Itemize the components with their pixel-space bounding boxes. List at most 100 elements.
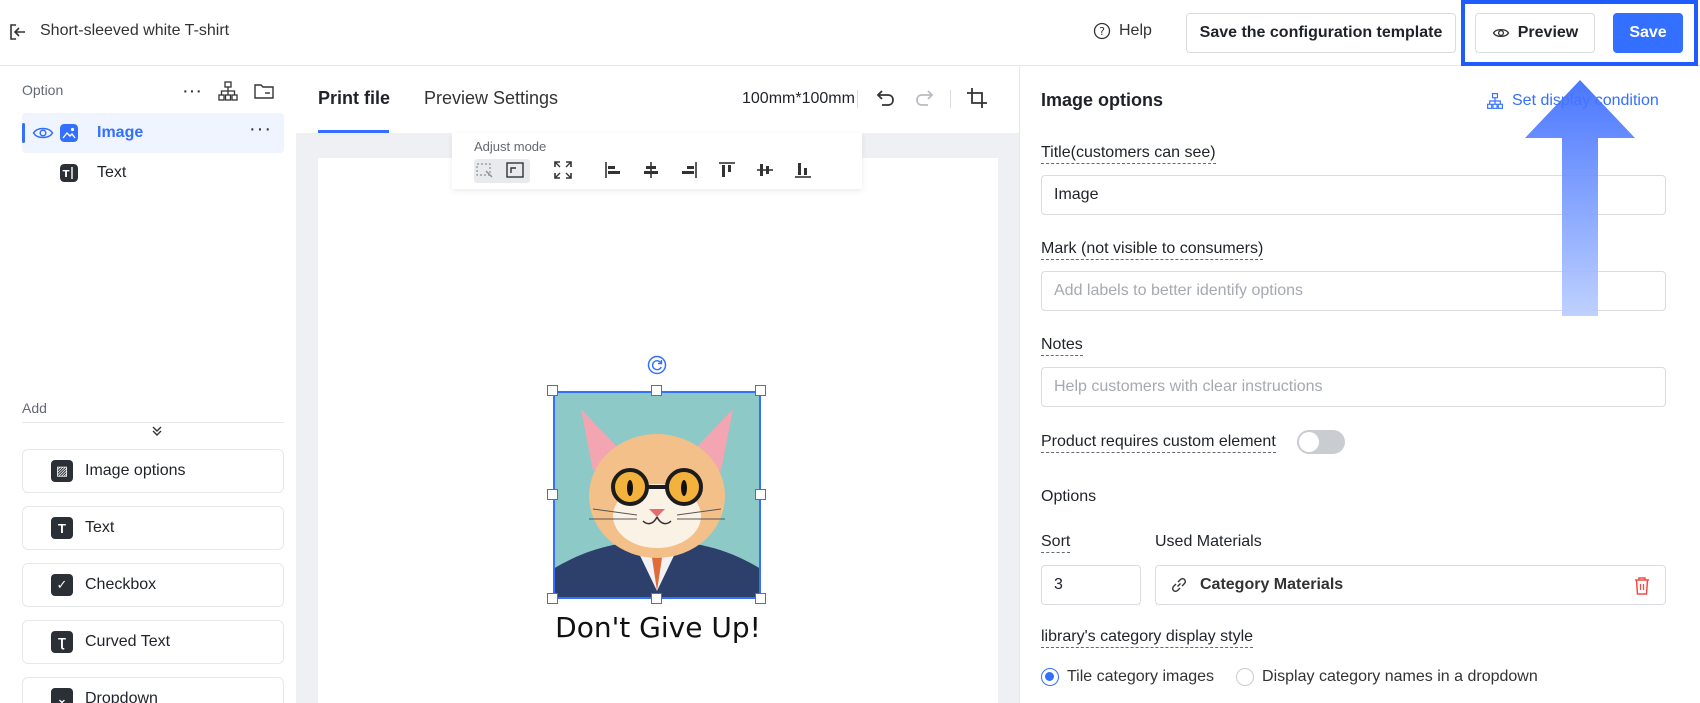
material-field[interactable]: Category Materials xyxy=(1155,565,1666,605)
help-label: Help xyxy=(1119,22,1152,39)
add-item-label: Text xyxy=(85,519,115,536)
title-field-label: Title(customers can see) xyxy=(1041,144,1216,164)
preview-button[interactable]: Preview xyxy=(1475,13,1595,53)
redo-icon[interactable] xyxy=(913,86,937,110)
resize-handle[interactable] xyxy=(547,385,558,396)
sort-input[interactable]: 3 xyxy=(1041,565,1141,605)
align-right-icon[interactable] xyxy=(678,159,700,181)
visibility-icon[interactable] xyxy=(32,124,54,142)
layer-item-image[interactable]: Image ··· xyxy=(22,113,284,153)
add-dropdown-button[interactable]: ⌄ Dropdown xyxy=(22,677,284,703)
add-item-label: Curved Text xyxy=(85,633,171,650)
mark-field-label: Mark (not visible to consumers) xyxy=(1041,240,1264,260)
selection-box xyxy=(553,391,761,599)
panel-title: Image options xyxy=(1041,90,1164,110)
add-text-button[interactable]: T Text xyxy=(22,506,284,550)
undo-icon[interactable] xyxy=(873,86,897,110)
radio-dropdown-names[interactable] xyxy=(1236,668,1255,686)
set-display-condition-link[interactable]: Set display condition xyxy=(1486,92,1659,110)
folder-icon[interactable] xyxy=(253,80,275,102)
select-mode-icon[interactable] xyxy=(474,159,496,181)
notes-field-label: Notes xyxy=(1041,336,1083,356)
canvas-caption-text[interactable]: Don't Give Up! xyxy=(546,611,770,644)
exit-icon[interactable] xyxy=(8,22,28,42)
hierarchy-icon xyxy=(1487,93,1503,109)
custom-element-toggle[interactable] xyxy=(1297,430,1345,454)
more-icon[interactable]: ··· xyxy=(181,80,203,102)
resize-handle[interactable] xyxy=(547,489,558,500)
link-icon xyxy=(1171,577,1187,593)
svg-text:?: ? xyxy=(1099,25,1105,38)
align-top-icon[interactable] xyxy=(716,159,738,181)
save-button[interactable]: Save xyxy=(1613,13,1683,53)
mark-input[interactable]: Add labels to better identify options xyxy=(1041,271,1666,311)
custom-element-label: Product requires custom element xyxy=(1041,433,1276,453)
fit-mode-icon[interactable] xyxy=(504,159,526,181)
rotate-handle-icon[interactable] xyxy=(647,355,667,375)
save-template-button[interactable]: Save the configuration template xyxy=(1186,13,1456,53)
dropdown-icon: ⌄ xyxy=(51,688,73,703)
add-item-label: Dropdown xyxy=(85,690,158,703)
layer-label-text: Text xyxy=(97,164,127,181)
canvas-size: 100mm*100mm xyxy=(742,90,855,107)
options-label: Options xyxy=(1041,488,1097,505)
product-title: Short-sleeved white T-shirt xyxy=(40,22,230,39)
divider xyxy=(950,90,951,108)
text-icon: T xyxy=(51,517,73,539)
adjust-mode-label: Adjust mode xyxy=(474,139,547,154)
align-bottom-icon[interactable] xyxy=(792,159,814,181)
options-panel: Image options Set display condition Titl… xyxy=(1019,66,1700,703)
add-section-label: Add xyxy=(22,400,47,416)
tab-preview-settings[interactable]: Preview Settings xyxy=(424,88,558,109)
resize-handle[interactable] xyxy=(755,593,766,604)
option-section-label: Option xyxy=(22,82,64,98)
resize-handle[interactable] xyxy=(547,593,558,604)
align-left-icon[interactable] xyxy=(602,159,624,181)
help-icon: ? xyxy=(1093,22,1111,40)
divider xyxy=(857,90,858,108)
canvas-area: Print file Preview Settings 100mm*100mm … xyxy=(296,66,1019,703)
align-center-h-icon[interactable] xyxy=(640,159,662,181)
layer-item-text[interactable]: T Text xyxy=(22,153,284,193)
add-curved-text-button[interactable]: Ʈ Curved Text xyxy=(22,620,284,664)
resize-handle[interactable] xyxy=(651,593,662,604)
more-icon[interactable]: ··· xyxy=(249,118,272,141)
condition-link-label: Set display condition xyxy=(1512,92,1659,109)
canvas-tabs: Print file Preview Settings 100mm*100mm xyxy=(296,66,1019,133)
resize-handle[interactable] xyxy=(651,385,662,396)
double-chevron-down-icon[interactable] xyxy=(150,424,164,438)
add-image-options-button[interactable]: ▨ Image options xyxy=(22,449,284,493)
display-style-label: library's category display style xyxy=(1041,628,1254,648)
used-materials-label: Used Materials xyxy=(1155,533,1262,550)
title-input[interactable]: Image xyxy=(1041,175,1666,215)
align-middle-v-icon[interactable] xyxy=(754,159,776,181)
help-link[interactable]: ? Help xyxy=(1093,22,1152,40)
text-icon: T xyxy=(60,164,78,182)
add-item-label: Checkbox xyxy=(85,576,157,593)
left-sidebar: Option ··· Image ··· T Text Add ▨ Image … xyxy=(0,66,296,703)
add-item-label: Image options xyxy=(85,462,186,479)
display-style-options: Tile category images Display category na… xyxy=(1041,668,1538,686)
radio-tile-images[interactable] xyxy=(1041,668,1059,686)
radio-label: Tile category images xyxy=(1067,668,1215,685)
add-checkbox-button[interactable]: ✓ Checkbox xyxy=(22,563,284,607)
eye-icon xyxy=(1492,28,1509,38)
resize-handle[interactable] xyxy=(755,489,766,500)
option-toolbar: ··· xyxy=(181,80,275,102)
adjust-toolbar: Adjust mode xyxy=(452,133,862,189)
active-indicator xyxy=(22,123,25,143)
notes-input[interactable]: Help customers with clear instructions xyxy=(1041,367,1666,407)
delete-icon[interactable] xyxy=(1633,576,1651,596)
layer-label-image: Image xyxy=(97,124,144,141)
hierarchy-icon[interactable] xyxy=(217,80,239,102)
resize-handle[interactable] xyxy=(755,385,766,396)
top-header: Short-sleeved white T-shirt ? Help Save … xyxy=(0,0,1700,66)
image-icon xyxy=(60,124,78,142)
fullscreen-icon[interactable] xyxy=(552,159,574,181)
svg-text:T: T xyxy=(63,169,70,180)
preview-label: Preview xyxy=(1517,24,1579,41)
crop-icon[interactable] xyxy=(965,86,989,110)
tab-print-file[interactable]: Print file xyxy=(318,88,390,109)
checkbox-icon: ✓ xyxy=(51,574,73,596)
curved-text-icon: Ʈ xyxy=(51,631,73,653)
